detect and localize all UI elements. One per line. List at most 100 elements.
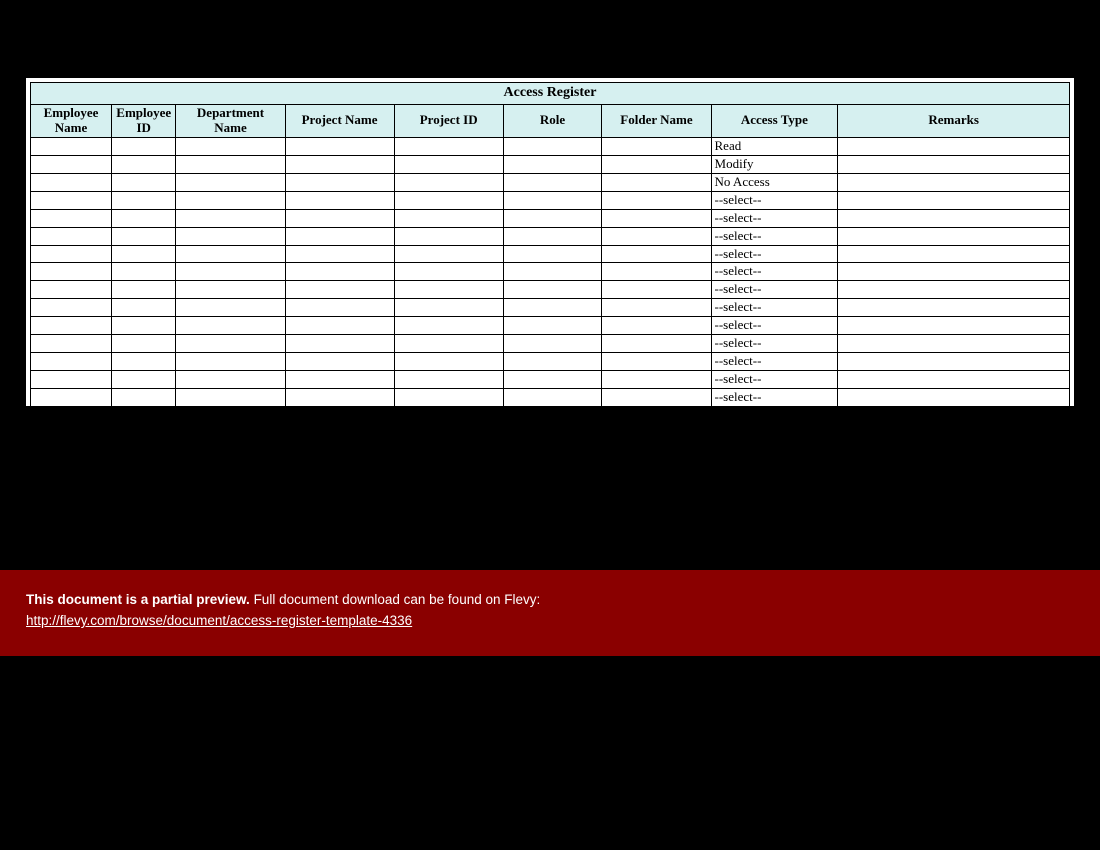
cell-access[interactable]: --select--	[711, 281, 838, 299]
cell-remarks[interactable]	[838, 173, 1070, 191]
cell-remarks[interactable]	[838, 335, 1070, 353]
cell-emp_name[interactable]	[31, 227, 112, 245]
cell-proj_id[interactable]	[394, 353, 503, 371]
cell-proj_name[interactable]	[285, 263, 394, 281]
cell-folder[interactable]	[602, 137, 711, 155]
cell-remarks[interactable]	[838, 317, 1070, 335]
cell-emp_name[interactable]	[31, 191, 112, 209]
cell-emp_id[interactable]	[112, 389, 176, 406]
cell-access[interactable]: --select--	[711, 209, 838, 227]
cell-emp_name[interactable]	[31, 155, 112, 173]
cell-proj_name[interactable]	[285, 155, 394, 173]
cell-access[interactable]: Modify	[711, 155, 838, 173]
cell-role[interactable]	[503, 371, 602, 389]
cell-proj_id[interactable]	[394, 389, 503, 406]
cell-remarks[interactable]	[838, 281, 1070, 299]
cell-access[interactable]: --select--	[711, 371, 838, 389]
cell-emp_name[interactable]	[31, 353, 112, 371]
cell-remarks[interactable]	[838, 263, 1070, 281]
cell-folder[interactable]	[602, 263, 711, 281]
cell-role[interactable]	[503, 245, 602, 263]
cell-emp_name[interactable]	[31, 281, 112, 299]
cell-emp_id[interactable]	[112, 191, 176, 209]
cell-access[interactable]: Read	[711, 137, 838, 155]
cell-access[interactable]: --select--	[711, 245, 838, 263]
cell-dept[interactable]	[176, 371, 285, 389]
cell-emp_id[interactable]	[112, 155, 176, 173]
cell-role[interactable]	[503, 191, 602, 209]
cell-emp_id[interactable]	[112, 299, 176, 317]
cell-emp_name[interactable]	[31, 173, 112, 191]
cell-emp_name[interactable]	[31, 317, 112, 335]
cell-dept[interactable]	[176, 281, 285, 299]
cell-emp_id[interactable]	[112, 227, 176, 245]
cell-emp_name[interactable]	[31, 209, 112, 227]
cell-dept[interactable]	[176, 353, 285, 371]
cell-proj_id[interactable]	[394, 263, 503, 281]
cell-remarks[interactable]	[838, 389, 1070, 406]
cell-proj_name[interactable]	[285, 389, 394, 406]
cell-proj_name[interactable]	[285, 281, 394, 299]
cell-access[interactable]: --select--	[711, 353, 838, 371]
cell-emp_name[interactable]	[31, 371, 112, 389]
cell-access[interactable]: No Access	[711, 173, 838, 191]
cell-remarks[interactable]	[838, 191, 1070, 209]
cell-proj_id[interactable]	[394, 281, 503, 299]
cell-role[interactable]	[503, 317, 602, 335]
cell-remarks[interactable]	[838, 353, 1070, 371]
cell-proj_name[interactable]	[285, 173, 394, 191]
cell-folder[interactable]	[602, 209, 711, 227]
cell-proj_id[interactable]	[394, 317, 503, 335]
cell-role[interactable]	[503, 281, 602, 299]
cell-role[interactable]	[503, 155, 602, 173]
cell-role[interactable]	[503, 137, 602, 155]
cell-proj_name[interactable]	[285, 317, 394, 335]
cell-proj_id[interactable]	[394, 155, 503, 173]
cell-emp_id[interactable]	[112, 335, 176, 353]
cell-folder[interactable]	[602, 173, 711, 191]
cell-emp_id[interactable]	[112, 137, 176, 155]
cell-role[interactable]	[503, 263, 602, 281]
cell-emp_id[interactable]	[112, 353, 176, 371]
cell-access[interactable]: --select--	[711, 299, 838, 317]
cell-proj_name[interactable]	[285, 245, 394, 263]
cell-role[interactable]	[503, 335, 602, 353]
cell-dept[interactable]	[176, 317, 285, 335]
cell-proj_name[interactable]	[285, 227, 394, 245]
cell-access[interactable]: --select--	[711, 227, 838, 245]
cell-dept[interactable]	[176, 389, 285, 406]
cell-emp_name[interactable]	[31, 335, 112, 353]
cell-folder[interactable]	[602, 389, 711, 406]
cell-dept[interactable]	[176, 263, 285, 281]
cell-remarks[interactable]	[838, 371, 1070, 389]
cell-remarks[interactable]	[838, 155, 1070, 173]
cell-folder[interactable]	[602, 299, 711, 317]
cell-folder[interactable]	[602, 317, 711, 335]
cell-emp_name[interactable]	[31, 245, 112, 263]
cell-proj_id[interactable]	[394, 137, 503, 155]
cell-folder[interactable]	[602, 281, 711, 299]
cell-emp_name[interactable]	[31, 299, 112, 317]
cell-emp_name[interactable]	[31, 389, 112, 406]
cell-proj_id[interactable]	[394, 209, 503, 227]
cell-emp_id[interactable]	[112, 173, 176, 191]
cell-folder[interactable]	[602, 227, 711, 245]
cell-role[interactable]	[503, 299, 602, 317]
cell-dept[interactable]	[176, 299, 285, 317]
cell-emp_id[interactable]	[112, 317, 176, 335]
cell-access[interactable]: --select--	[711, 263, 838, 281]
cell-proj_name[interactable]	[285, 353, 394, 371]
cell-proj_name[interactable]	[285, 137, 394, 155]
cell-dept[interactable]	[176, 155, 285, 173]
cell-folder[interactable]	[602, 155, 711, 173]
cell-proj_name[interactable]	[285, 299, 394, 317]
cell-access[interactable]: --select--	[711, 191, 838, 209]
cell-folder[interactable]	[602, 245, 711, 263]
cell-proj_id[interactable]	[394, 371, 503, 389]
cell-proj_id[interactable]	[394, 173, 503, 191]
cell-dept[interactable]	[176, 335, 285, 353]
cell-access[interactable]: --select--	[711, 389, 838, 406]
cell-emp_name[interactable]	[31, 137, 112, 155]
cell-role[interactable]	[503, 227, 602, 245]
cell-access[interactable]: --select--	[711, 317, 838, 335]
